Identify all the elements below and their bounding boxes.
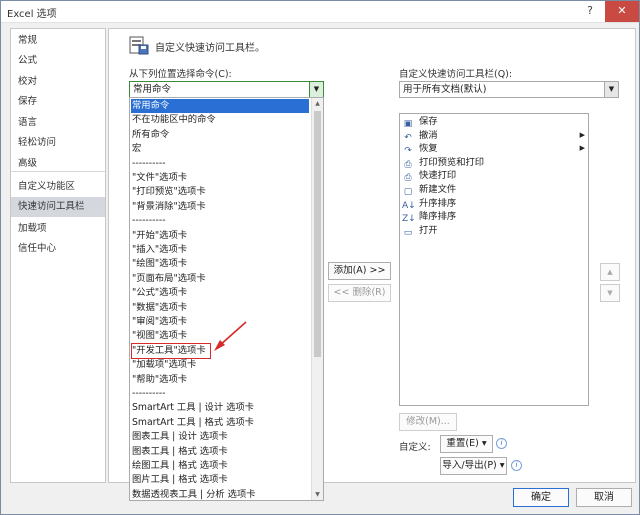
commands-list[interactable]: ▲ ▼ 常用命令 不在功能区中的命令 所有命令宏 ---------- "文件"选项卡 "… xyxy=(129,97,324,501)
sidebar-item[interactable]: 轻松访问 xyxy=(11,133,105,153)
command-list-item[interactable]: 所有命令 xyxy=(132,128,169,142)
import-export-button[interactable]: 导入/导出(P) ▾ xyxy=(440,457,507,475)
command-list-item[interactable]: "文件"选项卡 xyxy=(132,171,187,185)
toolbar-list-item[interactable]: ⎙ 快速打印 xyxy=(402,169,588,183)
customize-target-dropdown[interactable]: 用于所有文档(默认) ▼ xyxy=(399,81,619,98)
command-list-item[interactable]: SmartArt 工具 | 格式 选项卡 xyxy=(132,416,254,430)
command-list-item[interactable]: "帮助"选项卡 xyxy=(132,373,187,387)
reset-button[interactable]: 重置(E) ▾ xyxy=(440,435,493,453)
sidebar-item[interactable]: 信任中心 xyxy=(11,239,105,259)
help-icon[interactable]: ? xyxy=(575,1,605,22)
ok-button[interactable]: 确定 xyxy=(513,488,569,507)
sidebar-item[interactable]: 保存 xyxy=(11,92,105,112)
choose-commands-dropdown[interactable]: 常用命令 ▼ xyxy=(129,81,324,98)
command-list-item[interactable]: 图表工具 | 格式 选项卡 xyxy=(132,445,228,459)
scroll-down-icon[interactable]: ▼ xyxy=(312,489,323,500)
toolbar-item-label: 降序排序 xyxy=(419,211,457,223)
remove-button[interactable]: << 删除(R) xyxy=(328,284,391,302)
command-list-item[interactable]: 不在功能区中的命令 xyxy=(132,113,216,127)
toolbar-list-item[interactable]: ↶ 撤消 ▶ xyxy=(402,129,588,143)
modify-button[interactable]: 修改(M)... xyxy=(399,413,457,431)
move-up-button[interactable]: ▲ xyxy=(600,263,620,281)
options-dialog: Excel 选项 ? ✕ 常规 公式 校对 保存 语言 轻松访问 高级 自定义功能区 快速访问工… xyxy=(0,0,640,515)
sidebar-item[interactable]: 常规 xyxy=(11,31,105,51)
command-list-item[interactable]: "背景消除"选项卡 xyxy=(132,200,206,214)
toolbar-list-item[interactable]: ▢ 新建文件 xyxy=(402,183,588,197)
chevron-down-icon: ▼ xyxy=(604,82,618,97)
info-icon: i xyxy=(511,460,522,471)
sidebar-item[interactable]: 加载项 xyxy=(11,219,105,239)
chevron-down-icon: ▼ xyxy=(309,82,323,97)
close-icon[interactable]: ✕ xyxy=(605,1,639,22)
open-folder-icon: ▭ xyxy=(403,227,413,238)
info-icon: i xyxy=(496,438,507,449)
toolbar-commands-list[interactable]: ▣ 保存 ↶ 撤消 ▶ ↷ 恢复 ▶ ⎙ 打印预览和打印 ⎙ 快速打印 ▢ 新建文件 A↓ 升序排序 Z↓ 降序排… xyxy=(399,113,589,406)
customize-toolbar-label: 自定义快速访问工具栏(Q): xyxy=(399,69,513,80)
toolbar-list-item[interactable]: ↷ 恢复 ▶ xyxy=(402,142,588,156)
toolbar-item-label: 撤消 xyxy=(419,129,438,141)
title-bar: Excel 选项 ? ✕ xyxy=(1,1,639,23)
command-list-item[interactable]: "公式"选项卡 xyxy=(132,286,187,300)
scroll-up-icon[interactable]: ▲ xyxy=(312,98,323,109)
command-list-item[interactable]: "页面布局"选项卡 xyxy=(132,272,206,286)
toolbar-list-item[interactable]: ▭ 打开 xyxy=(402,224,588,238)
scrollbar-thumb[interactable] xyxy=(314,111,321,357)
command-list-item[interactable]: 图表工具 | 设计 选项卡 xyxy=(132,430,228,444)
toolbar-item-label: 恢复 xyxy=(419,143,438,155)
command-list-item[interactable]: ---------- xyxy=(132,214,166,228)
command-list-item[interactable]: "加载项"选项卡 xyxy=(132,358,196,372)
submenu-arrow-icon[interactable]: ▶ xyxy=(580,129,585,143)
command-list-item[interactable]: ---------- xyxy=(132,387,166,401)
toolbar-list-item[interactable]: Z↓ 降序排序 xyxy=(402,210,588,224)
command-list-item[interactable]: 绘图工具 | 格式 选项卡 xyxy=(132,459,228,473)
command-list-item[interactable]: "视图"选项卡 xyxy=(132,329,187,343)
customize-label: 自定义: xyxy=(399,442,431,453)
toolbar-list-item[interactable]: ⎙ 打印预览和打印 xyxy=(402,156,588,170)
sidebar-item[interactable]: 校对 xyxy=(11,72,105,92)
submenu-arrow-icon[interactable]: ▶ xyxy=(580,142,585,156)
command-list-item[interactable]: "插入"选项卡 xyxy=(132,243,187,257)
toolbar-item-label: 打开 xyxy=(419,224,438,236)
command-list-item[interactable]: "打印预览"选项卡 xyxy=(132,185,206,199)
choose-commands-value: 常用命令 xyxy=(133,84,172,95)
sidebar-item[interactable]: 语言 xyxy=(11,113,105,133)
highlight-box xyxy=(131,342,211,360)
toolbar-list-item[interactable]: ▣ 保存 xyxy=(402,115,588,129)
command-list-item[interactable]: 数据透视表工具 | 分析 选项卡 xyxy=(132,488,256,500)
cancel-button[interactable]: 取消 xyxy=(576,488,632,507)
sidebar-item[interactable]: 快速访问工具栏 xyxy=(11,197,105,217)
add-button[interactable]: 添加(A) >> xyxy=(328,262,391,280)
command-list-item[interactable]: SmartArt 工具 | 设计 选项卡 xyxy=(132,401,254,415)
command-list-item[interactable]: 宏 xyxy=(132,142,141,156)
command-list-item[interactable]: "开始"选项卡 xyxy=(132,229,187,243)
command-list-item[interactable]: 常用命令 xyxy=(131,99,309,114)
move-down-button[interactable]: ▼ xyxy=(600,284,620,302)
nav-divider xyxy=(11,171,105,172)
page-title: 自定义快速访问工具栏。 xyxy=(155,43,265,54)
window-title: Excel 选项 xyxy=(7,9,57,20)
commands-scrollbar[interactable]: ▲ ▼ xyxy=(311,98,323,500)
choose-from-label: 从下列位置选择命令(C): xyxy=(129,69,232,80)
toolbar-item-label: 快速打印 xyxy=(419,170,457,182)
customize-target-value: 用于所有文档(默认) xyxy=(403,84,487,95)
toolbar-item-label: 保存 xyxy=(419,116,438,127)
toolbar-item-label: 升序排序 xyxy=(419,197,457,209)
sidebar-item[interactable]: 公式 xyxy=(11,51,105,71)
toolbar-item-label: 打印预览和打印 xyxy=(419,156,485,168)
command-list-item[interactable]: "绘图"选项卡 xyxy=(132,257,187,271)
command-list-item[interactable]: "数据"选项卡 xyxy=(132,301,187,315)
toolbar-item-label: 新建文件 xyxy=(419,184,457,195)
main-panel: 自定义快速访问工具栏。 从下列位置选择命令(C): 常用命令 ▼ ▲ ▼ 常用命… xyxy=(108,28,636,501)
sidebar-nav: 常规 公式 校对 保存 语言 轻松访问 高级 自定义功能区 快速访问工具栏 加载项 信任中心 xyxy=(10,28,106,483)
command-list-item[interactable]: ---------- xyxy=(132,157,166,171)
command-list-item[interactable]: "审阅"选项卡 xyxy=(132,315,187,329)
nav-divider xyxy=(11,213,105,214)
annotation-arrow xyxy=(214,321,247,351)
sidebar-item[interactable]: 自定义功能区 xyxy=(11,177,105,197)
command-list-item[interactable]: 图片工具 | 格式 选项卡 xyxy=(132,473,228,487)
toolbar-list-item[interactable]: A↓ 升序排序 xyxy=(402,197,588,211)
quick-access-toolbar-icon xyxy=(129,36,149,55)
